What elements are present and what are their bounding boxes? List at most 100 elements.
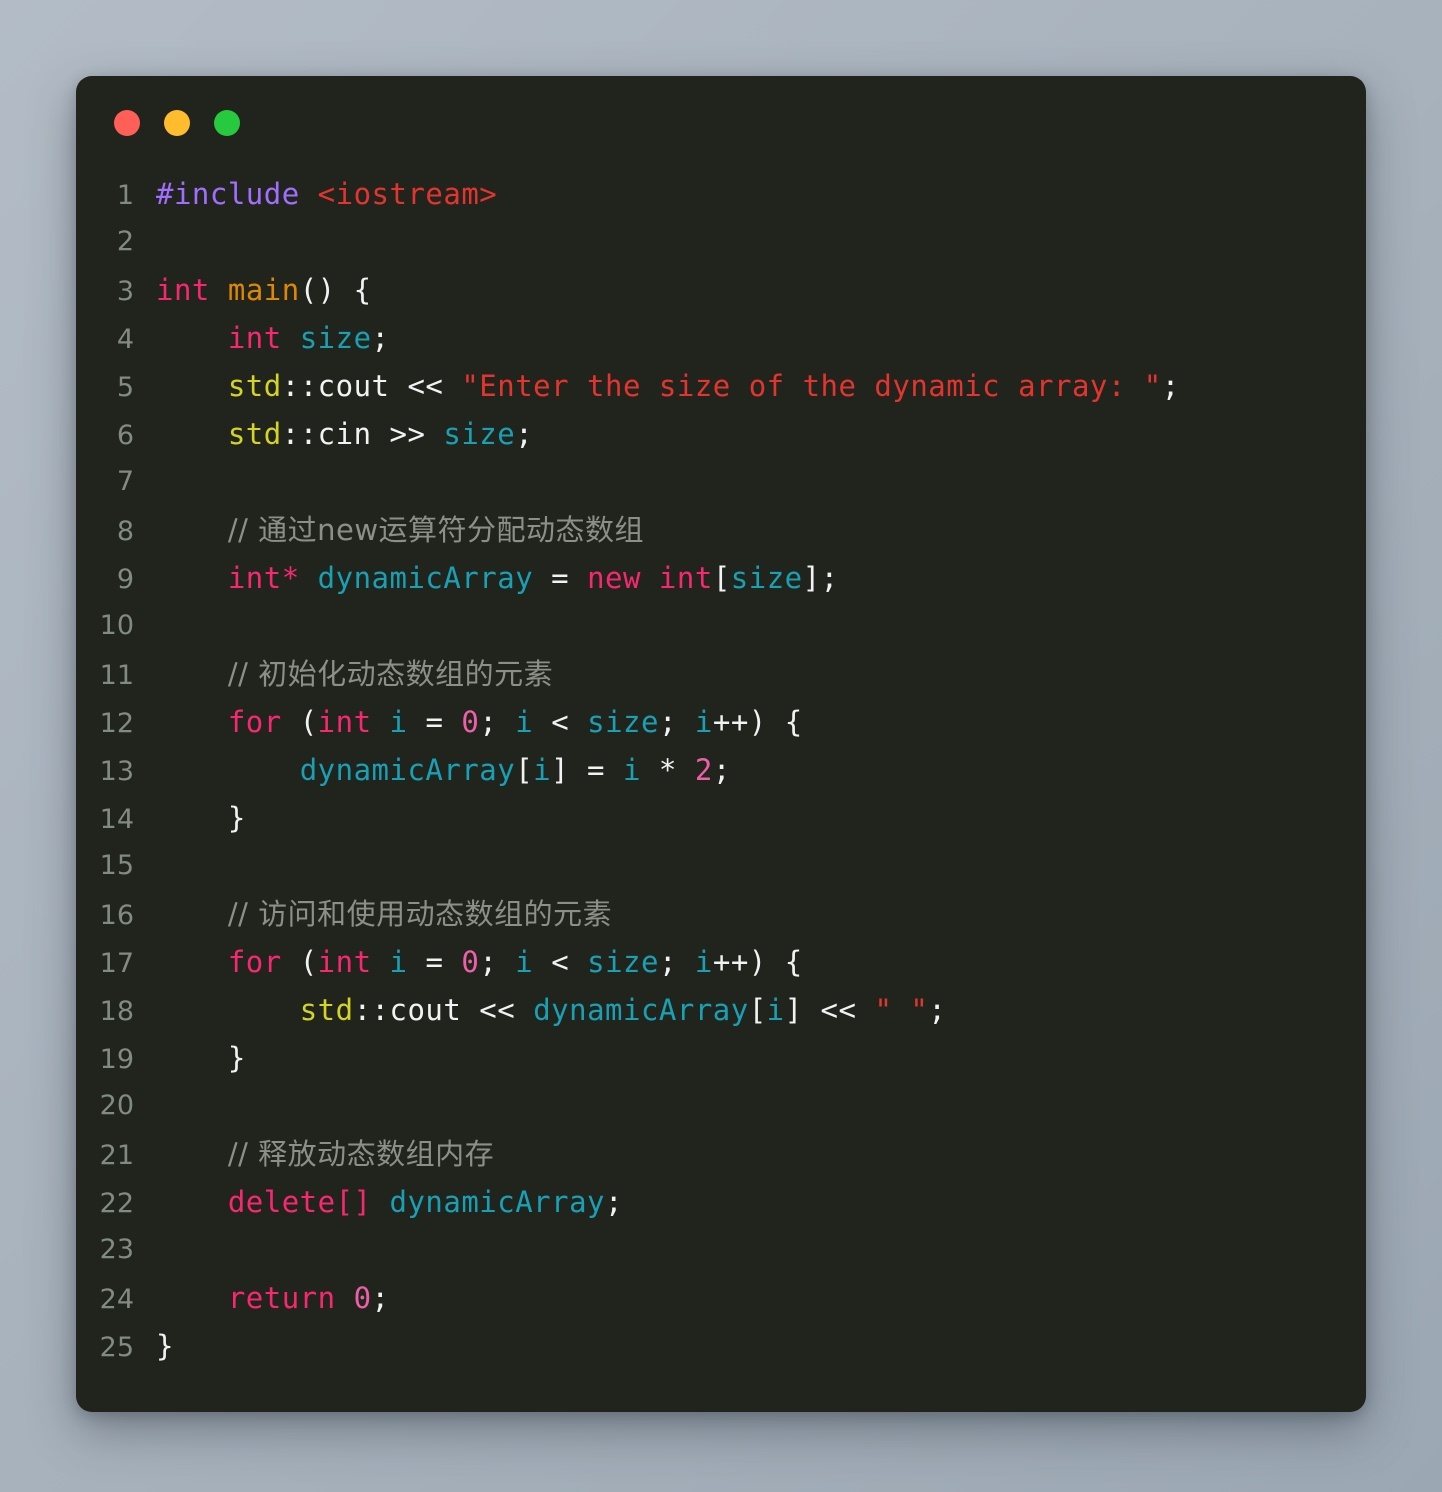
line-number: 15	[99, 850, 134, 881]
code-line[interactable]: 1 #include <iostream>	[76, 170, 1366, 218]
line-code[interactable]: }	[156, 1034, 246, 1082]
line-code[interactable]: std::cin >> size;	[156, 410, 533, 458]
token-plain: ::cout <<	[353, 993, 534, 1027]
token-keyword: for	[227, 705, 282, 739]
code-line[interactable]: 14 }	[76, 794, 1366, 842]
token-plain: ;	[605, 1185, 623, 1219]
code-line[interactable]: 17 for (int i = 0; i < size; i++) {	[76, 938, 1366, 986]
line-number: 4	[116, 324, 134, 355]
line-code[interactable]: // 通过new运算符分配动态数组	[156, 506, 644, 554]
line-code[interactable]: // 访问和使用动态数组的元素	[156, 890, 612, 938]
token-string: " "	[874, 993, 929, 1027]
code-line[interactable]: 25}	[76, 1322, 1366, 1370]
line-number: 2	[116, 226, 134, 257]
token-var: i	[389, 705, 408, 739]
line-code[interactable]: for (int i = 0; i < size; i++) {	[156, 698, 803, 746]
token-plain: ;	[928, 993, 947, 1027]
token-var: dynamicArray	[389, 1185, 606, 1219]
token-keyword: new	[587, 561, 641, 595]
line-number: 22	[99, 1188, 134, 1219]
token-plain: }	[156, 1329, 174, 1363]
token-var: i	[622, 753, 641, 787]
code-line[interactable]: 7	[76, 458, 1366, 506]
minimize-button[interactable]	[164, 110, 190, 136]
code-line[interactable]: 11 // 初始化动态数组的元素	[76, 650, 1366, 698]
line-code[interactable]: dynamicArray[i] = i * 2;	[156, 746, 731, 794]
token-var: i	[694, 705, 713, 739]
token-plain: ;	[515, 417, 534, 451]
token-plain: (	[281, 945, 318, 979]
line-code[interactable]: std::cout << dynamicArray[i] << " ";	[156, 986, 946, 1034]
code-line[interactable]: 22 delete[] dynamicArray;	[76, 1178, 1366, 1226]
token-ns: std	[299, 993, 354, 1027]
code-line[interactable]: 13 dynamicArray[i] = i * 2;	[76, 746, 1366, 794]
line-code[interactable]: }	[156, 794, 246, 842]
code-line[interactable]: 5 std::cout << "Enter the size of the dy…	[76, 362, 1366, 410]
line-code[interactable]: return 0;	[156, 1274, 390, 1322]
line-number: 9	[116, 564, 134, 595]
token-number: 2	[694, 753, 713, 787]
code-line[interactable]: 2	[76, 218, 1366, 266]
code-line[interactable]: 15	[76, 842, 1366, 890]
token-keyword: int	[317, 945, 372, 979]
line-code[interactable]: int size;	[156, 314, 390, 362]
code-line[interactable]: 16 // 访问和使用动态数组的元素	[76, 890, 1366, 938]
token-var: dynamicArray	[317, 561, 534, 595]
code-line[interactable]: 10	[76, 602, 1366, 650]
token-var: size	[299, 321, 372, 355]
line-number: 21	[99, 1140, 134, 1171]
token-plain: <	[533, 945, 588, 979]
line-code[interactable]: // 初始化动态数组的元素	[156, 650, 553, 698]
token-plain: ;	[371, 1281, 390, 1315]
code-line[interactable]: 18 std::cout << dynamicArray[i] << " ";	[76, 986, 1366, 1034]
code-line[interactable]: 20	[76, 1082, 1366, 1130]
line-code[interactable]: }	[156, 1322, 174, 1370]
line-code[interactable]: #include <iostream>	[156, 170, 497, 218]
code-editor-area[interactable]: 1 #include <iostream> 2 3 int main() {4 int …	[76, 170, 1366, 1370]
line-code[interactable]: std::cout << "Enter the size of the dyna…	[156, 362, 1180, 410]
line-code[interactable]: // 释放动态数组内存	[156, 1130, 494, 1178]
line-code[interactable]: for (int i = 0; i < size; i++) {	[156, 938, 803, 986]
token-plain: =	[407, 705, 462, 739]
token-keyword: int	[227, 561, 282, 595]
code-line[interactable]: 24 return 0;	[76, 1274, 1366, 1322]
line-number: 6	[116, 420, 134, 451]
code-line[interactable]: 4 int size;	[76, 314, 1366, 362]
close-button[interactable]	[114, 110, 140, 136]
line-code[interactable]: int* dynamicArray = new int[size];	[156, 554, 839, 602]
code-line[interactable]: 3 int main() {	[76, 266, 1366, 314]
line-number: 13	[99, 756, 134, 787]
token-plain: (	[281, 705, 318, 739]
token-number: 0	[461, 705, 480, 739]
token-var: dynamicArray	[299, 753, 516, 787]
token-plain: ;	[371, 321, 390, 355]
line-code[interactable]: delete[] dynamicArray;	[156, 1178, 623, 1226]
code-line[interactable]: 12 for (int i = 0; i < size; i++) {	[76, 698, 1366, 746]
token-var: i	[766, 993, 785, 1027]
maximize-button[interactable]	[214, 110, 240, 136]
line-number: 18	[99, 996, 134, 1027]
code-line[interactable]: 6 std::cin >> size;	[76, 410, 1366, 458]
code-line[interactable]: 21 // 释放动态数组内存	[76, 1130, 1366, 1178]
line-number: 1	[116, 180, 134, 211]
token-keyword: return	[227, 1281, 336, 1315]
token-plain: ::cin >>	[281, 417, 444, 451]
token-keyword: int	[227, 321, 282, 355]
code-line[interactable]: 19 }	[76, 1034, 1366, 1082]
code-line[interactable]: 9 int* dynamicArray = new int[size];	[76, 554, 1366, 602]
line-code[interactable]: int main() {	[156, 266, 372, 314]
code-line[interactable]: 8 // 通过new运算符分配动态数组	[76, 506, 1366, 554]
code-line[interactable]: 23	[76, 1226, 1366, 1274]
token-string: "Enter the size of the dynamic array: "	[461, 369, 1162, 403]
token-var: size	[730, 561, 803, 595]
